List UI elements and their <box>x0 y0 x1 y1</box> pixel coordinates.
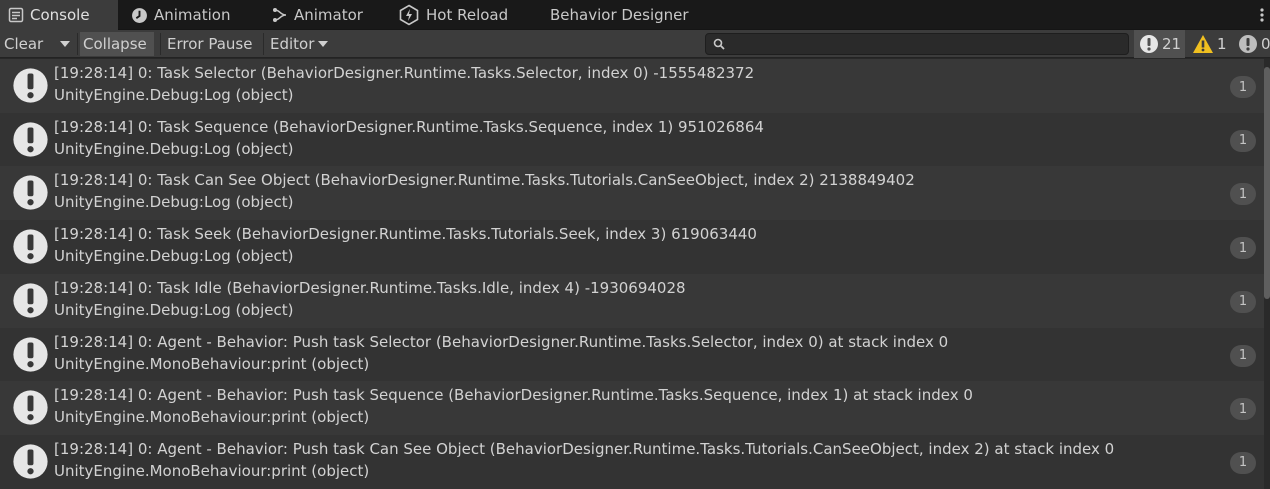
tab-behavior-designer[interactable]: Behavior Designer <box>550 0 689 30</box>
tab-animator-label: Animator <box>294 6 363 24</box>
log-message: [19:28:14] 0: Task Can See Object (Behav… <box>54 171 915 190</box>
log-stacktrace: UnityEngine.Debug:Log (object) <box>54 247 294 266</box>
search-input[interactable] <box>705 33 1129 55</box>
log-stacktrace: UnityEngine.Debug:Log (object) <box>54 139 294 158</box>
toolbar-divider <box>160 33 161 55</box>
editor-dropdown-label: Editor <box>270 35 315 53</box>
log-message: [19:28:14] 0: Task Seek (BehaviorDesigne… <box>54 225 757 244</box>
info-circle-icon <box>13 175 48 211</box>
log-stacktrace: UnityEngine.Debug:Log (object) <box>54 193 294 212</box>
warning-triangle-icon <box>1193 35 1213 53</box>
log-list[interactable]: [19:28:14] 0: Task Selector (BehaviorDes… <box>0 59 1264 489</box>
info-circle-icon <box>13 336 48 372</box>
log-message: [19:28:14] 0: Agent - Behavior: Push tas… <box>54 332 949 351</box>
toolbar-divider <box>77 33 78 55</box>
scrollbar-thumb[interactable] <box>1264 67 1270 299</box>
tab-console[interactable]: Console <box>0 0 118 30</box>
error-count-toggle[interactable]: 0 <box>1238 30 1270 58</box>
collapse-count-badge: 1 <box>1230 129 1256 152</box>
editor-dropdown[interactable]: Editor <box>270 32 329 56</box>
log-entry[interactable]: [19:28:14] 0: Agent - Behavior: Push tas… <box>0 434 1264 489</box>
error-circle-icon <box>1239 35 1257 53</box>
chevron-down-icon <box>318 41 329 47</box>
log-entry[interactable]: [19:28:14] 0: Task Idle (BehaviorDesigne… <box>0 273 1264 328</box>
log-count-toggle[interactable]: 21 <box>1134 30 1185 58</box>
log-stacktrace: UnityEngine.Debug:Log (object) <box>54 300 294 319</box>
log-list-scrollbar[interactable] <box>1264 59 1270 489</box>
error-count: 0 <box>1261 35 1270 53</box>
warning-count: 1 <box>1217 35 1227 53</box>
log-message: [19:28:14] 0: Task Idle (BehaviorDesigne… <box>54 278 686 297</box>
warning-count-toggle[interactable]: 1 <box>1192 30 1227 58</box>
log-message: [19:28:14] 0: Task Sequence (BehaviorDes… <box>54 117 764 136</box>
info-circle-icon <box>1140 35 1158 53</box>
info-circle-icon <box>13 68 48 103</box>
info-circle-icon <box>13 283 48 318</box>
log-stacktrace: UnityEngine.MonoBehaviour:print (object) <box>54 461 370 480</box>
collapse-count-badge: 1 <box>1230 183 1256 206</box>
tab-animator[interactable]: Animator <box>272 0 363 30</box>
window-tab-bar: Console Animation Animator Hot Reload Be… <box>0 0 1270 30</box>
log-stacktrace: UnityEngine.Debug:Log (object) <box>54 86 294 104</box>
animation-clock-icon <box>132 7 147 23</box>
clear-options-dropdown[interactable] <box>55 32 75 56</box>
log-message: [19:28:14] 0: Agent - Behavior: Push tas… <box>54 386 973 405</box>
log-stacktrace: UnityEngine.MonoBehaviour:print (object) <box>54 354 370 373</box>
hot-reload-icon <box>399 4 419 26</box>
window-menu-icon[interactable] <box>1256 0 1268 30</box>
console-icon <box>8 7 24 23</box>
tab-behavior-designer-label: Behavior Designer <box>550 6 689 24</box>
dropdown-arrow-icon <box>60 41 70 47</box>
info-circle-icon <box>13 390 48 425</box>
tab-console-label: Console <box>30 6 90 24</box>
log-message: [19:28:14] 0: Agent - Behavior: Push tas… <box>54 439 1115 458</box>
info-circle-icon <box>13 122 48 157</box>
log-entry[interactable]: [19:28:14] 0: Agent - Behavior: Push tas… <box>0 327 1264 382</box>
log-message: [19:28:14] 0: Task Selector (BehaviorDes… <box>54 64 755 82</box>
search-icon <box>713 38 725 50</box>
log-entry[interactable]: [19:28:14] 0: Task Selector (BehaviorDes… <box>0 59 1264 113</box>
collapse-count-badge: 1 <box>1230 344 1256 367</box>
tab-hot-reload[interactable]: Hot Reload <box>398 0 508 30</box>
log-entry[interactable]: [19:28:14] 0: Agent - Behavior: Push tas… <box>0 381 1264 436</box>
animator-graph-icon <box>273 8 287 22</box>
log-stacktrace: UnityEngine.MonoBehaviour:print (object) <box>54 408 370 427</box>
collapse-toggle[interactable]: Collapse <box>80 32 154 56</box>
collapse-count-badge: 1 <box>1230 398 1256 421</box>
info-circle-icon <box>13 444 48 479</box>
log-count: 21 <box>1162 35 1182 53</box>
collapse-count-badge: 1 <box>1230 237 1256 260</box>
log-entry[interactable]: [19:28:14] 0: Task Sequence (BehaviorDes… <box>0 112 1264 167</box>
tab-hot-reload-label: Hot Reload <box>426 6 509 24</box>
collapse-count-badge: 1 <box>1230 451 1256 474</box>
info-circle-icon <box>13 229 48 264</box>
clear-button[interactable]: Clear <box>4 32 43 56</box>
error-pause-toggle[interactable]: Error Pause <box>167 32 252 56</box>
tab-animation[interactable]: Animation <box>131 0 230 30</box>
collapse-count-badge: 1 <box>1230 290 1256 313</box>
tab-animation-label: Animation <box>154 6 231 24</box>
collapse-count-badge: 1 <box>1230 76 1256 98</box>
log-entry[interactable]: [19:28:14] 0: Task Can See Object (Behav… <box>0 166 1264 221</box>
toolbar-divider <box>263 33 264 55</box>
log-entry[interactable]: [19:28:14] 0: Task Seek (BehaviorDesigne… <box>0 220 1264 275</box>
